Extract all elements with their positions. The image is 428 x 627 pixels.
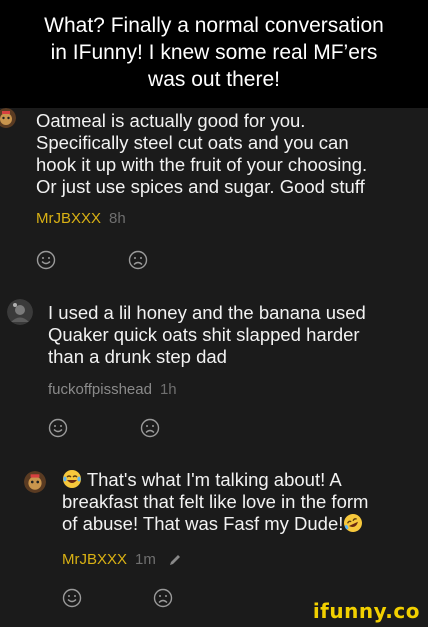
- smile-reaction-icon[interactable]: [62, 588, 82, 608]
- caption-line: in IFunny! I knew some real MF’ers: [50, 41, 378, 64]
- caption-line: was out there!: [148, 68, 280, 91]
- comment-avatar[interactable]: [24, 471, 46, 493]
- comment-time: 1m: [135, 551, 156, 568]
- comment-meta: MrJBXXX 1m: [62, 551, 182, 569]
- comment-text: I used a lil honey and the banana used Q…: [48, 302, 366, 367]
- comment-text: That's what I'm talking about! A breakfa…: [62, 469, 369, 534]
- rofl-emoji-icon: [344, 514, 363, 532]
- comment-time: 1h: [159, 381, 177, 398]
- caption-line: What? Finally a normal conversation: [44, 14, 384, 37]
- ifunny-watermark: ifunny.co: [312, 599, 420, 623]
- comment-author[interactable]: MrJBXXX: [36, 210, 101, 227]
- frown-reaction-icon[interactable]: [140, 418, 160, 438]
- comment-avatar[interactable]: [7, 299, 33, 325]
- frown-reaction-icon[interactable]: [153, 588, 173, 608]
- comment-time: 8h: [109, 210, 126, 227]
- bear-avatar-icon: [24, 471, 46, 493]
- dark-avatar-icon: [7, 299, 33, 325]
- smile-reaction-icon[interactable]: [36, 250, 56, 270]
- comment-author[interactable]: fuckoffpisshead: [48, 381, 152, 398]
- comment-meta: MrJBXXX 8h: [36, 210, 126, 228]
- comment-author[interactable]: MrJBXXX: [62, 551, 127, 568]
- frown-reaction-icon[interactable]: [128, 250, 148, 270]
- laughing-tears-emoji-icon: [63, 470, 81, 488]
- edit-pencil-icon[interactable]: [168, 553, 182, 567]
- bear-avatar-icon: [0, 108, 16, 128]
- smile-reaction-icon[interactable]: [48, 418, 68, 438]
- comment-avatar[interactable]: [0, 108, 16, 128]
- comment-meta: fuckoffpisshead 1h: [48, 381, 177, 399]
- comment-text: Oatmeal is actually good for you. Specif…: [36, 110, 368, 197]
- meme-caption: What? Finally a normal conversation in I…: [0, 0, 428, 108]
